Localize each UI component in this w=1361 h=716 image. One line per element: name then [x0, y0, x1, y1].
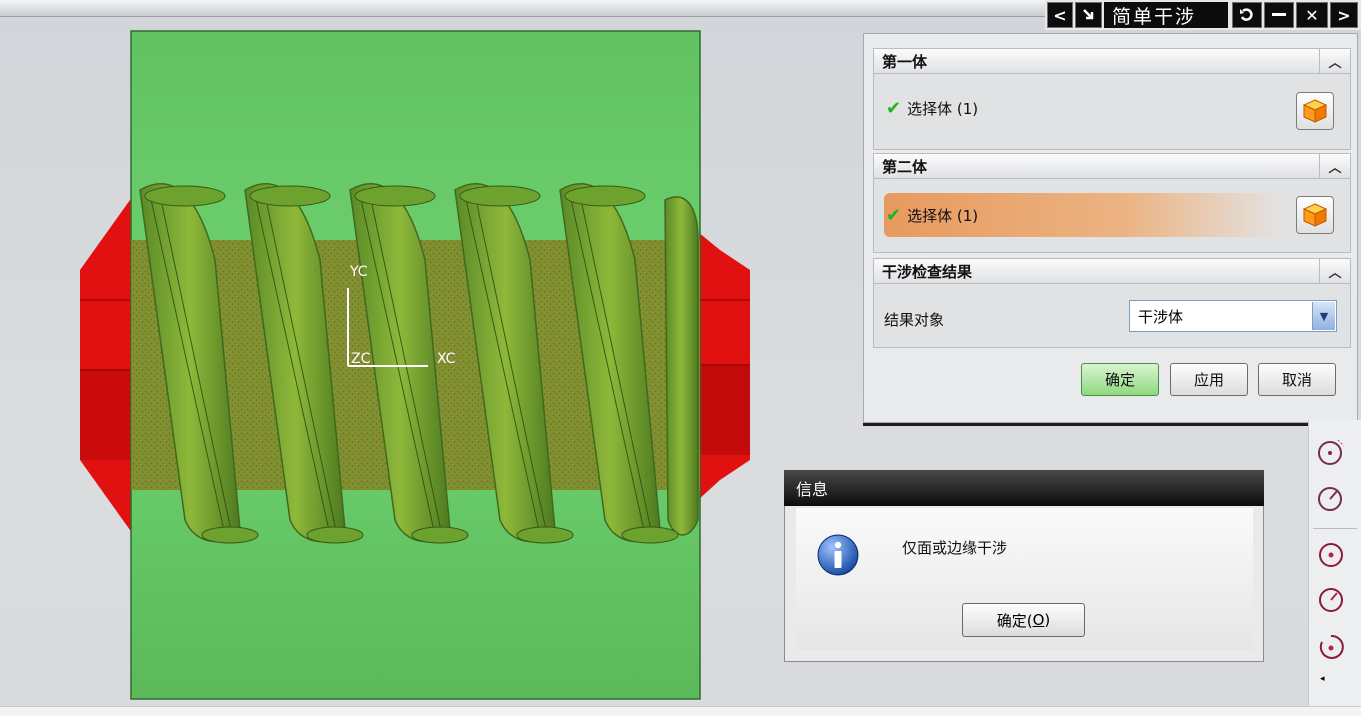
axis-label-y: YC	[349, 264, 368, 280]
cube-icon	[1302, 99, 1328, 123]
dialog-title: 简单干涉	[1104, 2, 1228, 28]
result-object-value: 干涉体	[1138, 307, 1184, 326]
toolbar-separator	[1313, 528, 1357, 529]
collapse-icon[interactable]: ︿	[1319, 258, 1350, 284]
red-shaft-left	[80, 200, 135, 530]
ok-button[interactable]: 确定	[1081, 363, 1159, 396]
close-icon[interactable]: ✕	[1296, 2, 1328, 28]
info-ok-button[interactable]: 确定(O)	[962, 603, 1085, 637]
info-icon	[817, 534, 859, 576]
arrow-down-right-icon[interactable]	[1075, 2, 1102, 28]
minimize-icon[interactable]	[1264, 2, 1294, 28]
section-title: 干涉检查结果	[882, 262, 973, 281]
axis-label-x: XC	[437, 351, 456, 367]
check-icon: ✔	[886, 98, 902, 119]
dropdown-arrow-icon[interactable]: ▼	[1312, 302, 1335, 330]
result-object-select[interactable]: 干涉体 ▼	[1129, 300, 1337, 332]
graphics-viewport[interactable]: YC XC ZC	[0, 16, 860, 711]
circle-point-icon[interactable]	[1316, 540, 1346, 570]
select-body-label: 选择体 (1)	[907, 207, 979, 225]
section-second-body-header[interactable]: 第二体 ︿	[873, 153, 1351, 179]
cube-icon	[1302, 203, 1328, 227]
top-toolbar-strip	[0, 0, 1050, 17]
info-message: 仅面或边缘干涉	[902, 539, 1008, 557]
section-second-body: ✔ 选择体 (1)	[873, 179, 1351, 253]
info-ok-suffix: )	[1044, 611, 1051, 629]
select-body-row[interactable]: ✔ 选择体 (1)	[886, 98, 978, 119]
select-body-label: 选择体 (1)	[907, 100, 979, 118]
circle-arc-icon[interactable]	[1316, 632, 1346, 662]
result-object-label: 结果对象	[884, 311, 945, 329]
select-body-button[interactable]	[1296, 196, 1334, 234]
info-ok-mnemonic: O	[1032, 611, 1045, 629]
collapse-icon[interactable]: ︿	[1319, 153, 1350, 179]
section-title: 第二体	[882, 157, 928, 176]
apply-button[interactable]: 应用	[1170, 363, 1248, 396]
circle-tangent-icon[interactable]	[1316, 585, 1346, 615]
section-first-body-header[interactable]: 第一体 ︿	[873, 48, 1351, 74]
toolbar-overflow-icon[interactable]: ◂	[1320, 674, 1325, 684]
reset-icon[interactable]	[1232, 2, 1262, 28]
circle-center-icon[interactable]	[1316, 438, 1346, 468]
collapse-icon[interactable]: ︿	[1319, 48, 1350, 74]
section-interference-result-header[interactable]: 干涉检查结果 ︿	[873, 258, 1351, 284]
select-body-button[interactable]	[1296, 92, 1334, 130]
axis-label-z: ZC	[351, 351, 371, 367]
section-title: 第一体	[882, 52, 928, 71]
info-dialog-title: 信息	[784, 470, 1264, 506]
chevron-left-icon[interactable]: <	[1047, 2, 1073, 28]
chevron-right-icon[interactable]: >	[1330, 2, 1358, 28]
red-shaft-right	[698, 232, 750, 500]
select-body-row[interactable]: ✔ 选择体 (1)	[886, 205, 978, 226]
check-icon: ✔	[886, 205, 902, 226]
info-ok-label: 确定(	[996, 611, 1033, 630]
circle-radius-icon[interactable]	[1316, 484, 1346, 514]
cancel-button[interactable]: 取消	[1258, 363, 1336, 396]
section-first-body: ✔ 选择体 (1)	[873, 74, 1351, 150]
